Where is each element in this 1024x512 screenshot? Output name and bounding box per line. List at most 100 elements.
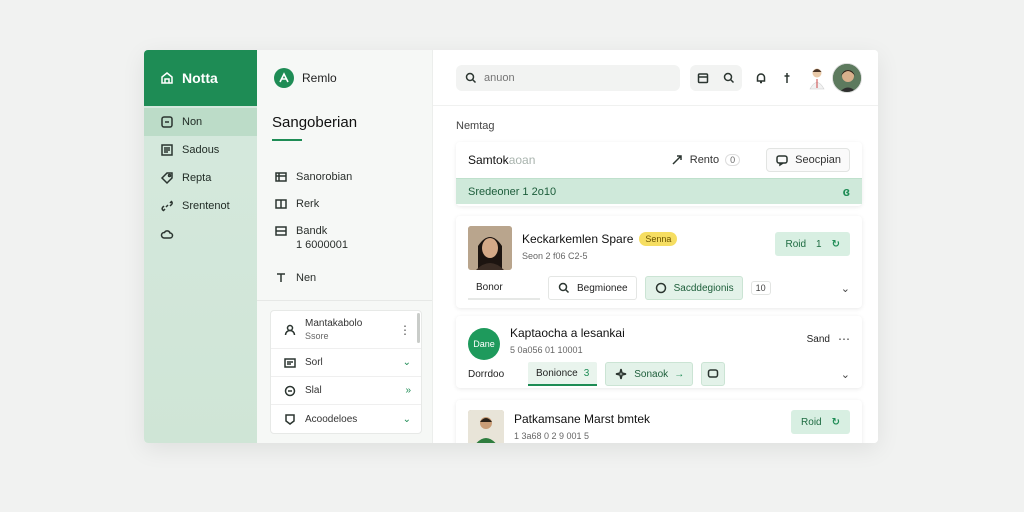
document-icon (160, 143, 174, 157)
chevron-down-icon[interactable]: ⌄ (403, 357, 411, 368)
share-icon[interactable] (670, 153, 684, 167)
rail-item-srentenot[interactable]: Srentenot (144, 192, 257, 220)
search-input[interactable] (484, 71, 654, 84)
roid-button-label: Roid (785, 238, 807, 250)
brand[interactable]: Remlo (257, 50, 432, 88)
item-title: Keckarkemlen Spare (522, 232, 634, 246)
panel-card-row[interactable]: Sorl ⌄ (271, 349, 421, 377)
brand-name: Remlo (302, 71, 337, 85)
roid-button-label: Roid (801, 416, 822, 428)
double-chevron-icon[interactable]: » (405, 385, 411, 396)
panel-card-row[interactable]: Mantakabolo Ssore ⋮ (271, 311, 421, 349)
square-icon (160, 115, 174, 129)
bonionce-count: 3 (583, 367, 590, 379)
item-subtitle: Seon 2 f06 C2-5 (522, 251, 588, 261)
rail-item-repta[interactable]: Repta (144, 164, 257, 192)
grid-icon (274, 197, 288, 211)
cloud-icon (160, 227, 174, 241)
panel-card-row[interactable]: Slal » (271, 377, 421, 405)
seocpian-button[interactable]: Seocpian (766, 148, 850, 172)
chevron-down-icon[interactable]: ⌄ (841, 282, 850, 295)
panel-card-label: Sorl (305, 357, 323, 368)
roid-button[interactable]: Roid 1 ↻ (775, 232, 850, 256)
roid-button[interactable]: Roid ↻ (791, 410, 850, 434)
search-icon[interactable] (722, 71, 736, 85)
panel-card-row[interactable]: Acoodeloes ⌄ (271, 405, 421, 433)
panel-nav-item-sanorobian[interactable]: Sanorobian (274, 163, 432, 190)
user-figure-avatar[interactable] (806, 66, 828, 90)
rail-item-label: Repta (182, 172, 212, 184)
sand-label[interactable]: Sand (807, 334, 830, 345)
list-item[interactable]: Patkamsane Marst bmtek 1 3a68 0 2 9 001 … (456, 400, 862, 443)
bonionce-label: Bonionce (536, 367, 578, 379)
app-window: Notta Non Sadous Repta Srentenot Remlo S… (144, 50, 878, 443)
pin-icon[interactable] (780, 71, 794, 85)
search-box[interactable] (456, 64, 680, 91)
panel-nav-sublabel: 1 6000001 (296, 239, 348, 251)
list-item[interactable]: Keckarkemlen Spare Senna Seon 2 f06 C2-5… (456, 216, 862, 308)
search-icon (464, 71, 478, 85)
scrollbar[interactable] (417, 313, 420, 343)
item-title: Patkamsane Marst bmtek (514, 412, 651, 426)
begmionee-button[interactable]: Begmionee (548, 276, 637, 300)
toolbar-pill (690, 64, 742, 91)
bonionce-button[interactable]: Bonionce 3 (528, 362, 598, 386)
rail-item-label: Sadous (182, 144, 220, 156)
sonaok-button[interactable]: Sonaok → (605, 362, 694, 386)
begmionee-label: Begmionee (577, 282, 628, 294)
rail-item-cloud[interactable] (144, 220, 257, 248)
list-item[interactable]: Dane Kaptaocha a lesankai 5 0a056 01 100… (456, 316, 862, 388)
section-label: Nemtag (456, 120, 495, 132)
sonaok-label: Sonaok (634, 368, 669, 380)
profile-avatar[interactable] (832, 62, 862, 93)
link-icon (160, 199, 174, 213)
arrow-right-icon: → (674, 368, 685, 380)
actions-label: Dorrdoo (468, 368, 505, 380)
app-title: Notta (182, 70, 218, 86)
highlight-text: Sredeoner 1 2o10 (468, 185, 557, 198)
rail-item-sadous[interactable]: Sadous (144, 136, 257, 164)
panel-nav-item-nen[interactable]: Nen (274, 264, 432, 291)
tab-aoan[interactable]: aoan (509, 153, 536, 167)
rail-item-label: Srentenot (182, 200, 230, 212)
message-icon (775, 153, 789, 167)
text-icon (274, 271, 288, 285)
panel-nav-label: Bandk (296, 224, 328, 237)
sacddegionis-label: Sacddegionis (673, 282, 734, 294)
chat-button[interactable] (701, 362, 726, 386)
more-icon[interactable]: ⋯ (838, 332, 850, 346)
more-icon[interactable]: ⋮ (399, 323, 411, 337)
panel-title: Sangoberian (272, 114, 358, 131)
tabs-right: Rento 0 Seocpian (670, 148, 850, 172)
tab-samtok[interactable]: Samtok (468, 153, 509, 167)
seocpian-button-label: Seocpian (795, 154, 841, 166)
panel-nav-item-rerk[interactable]: Rerk (274, 190, 432, 217)
panel-nav-label: Nen (296, 271, 317, 284)
chat-icon (654, 281, 668, 295)
item-subtitle: 5 0a056 01 10001 (510, 345, 583, 355)
item-avatar: Dane (468, 328, 500, 360)
panel-card-sub: Ssore (305, 330, 329, 341)
status-badge: Senna (639, 232, 678, 246)
tabs-right-label[interactable]: Rento (690, 154, 719, 166)
calendar-icon[interactable] (696, 71, 710, 85)
item-right: Sand ⋯ (807, 332, 850, 346)
highlight-bar[interactable]: Sredeoner 1 2o10 ɞ (456, 178, 862, 204)
rail-item-label: Non (182, 116, 203, 128)
tabs-card: Samtok aoan Rento 0 Seocpian Sredeoner 1… (456, 142, 862, 206)
rail-item-non[interactable]: Non (144, 108, 257, 136)
chevron-down-icon[interactable]: ⌄ (841, 368, 850, 381)
table-icon (274, 170, 288, 184)
tabs-row: Samtok aoan Rento 0 Seocpian (456, 142, 862, 178)
panel-card-label: Mantakabolo (305, 317, 363, 329)
bonor-button[interactable]: Bonor (468, 276, 540, 300)
panel-nav-label: Sanorobian (296, 170, 353, 183)
app-header[interactable]: Notta (144, 50, 257, 106)
bell-icon[interactable] (754, 71, 768, 85)
chevron-down-icon[interactable]: ⌄ (403, 414, 411, 425)
panel-card-label: Acoodeloes (305, 413, 358, 425)
count-badge: 0 (725, 154, 741, 166)
panel-nav-label: Rerk (296, 197, 320, 210)
user-icon (283, 323, 297, 337)
sacddegionis-button[interactable]: Sacddegionis (644, 276, 743, 300)
